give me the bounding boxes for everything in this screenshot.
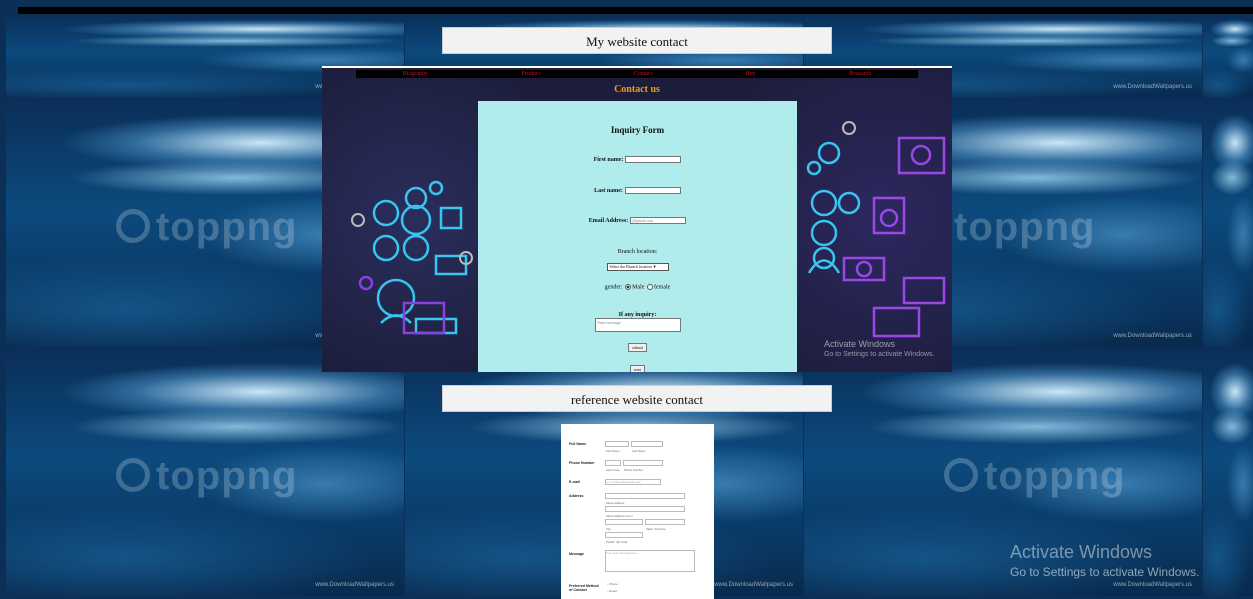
- reference-form-preview: Full Name First Name Last Name Phone Num…: [561, 424, 714, 599]
- ref-preferred-label: Preferred Method of Contact: [569, 584, 599, 592]
- ref-city-input[interactable]: [605, 519, 643, 525]
- wallpaper-credit: www.DownloadWallpapers.us: [1113, 333, 1192, 339]
- ref-last-name-input[interactable]: [631, 441, 663, 447]
- branch-label: Branch location:: [617, 249, 658, 255]
- last-name-row: Last name:: [478, 187, 797, 194]
- chevron-down-icon: ▼: [652, 264, 657, 269]
- ref-message-label: Message: [569, 552, 585, 556]
- ref-last-name-sub: Last Name: [632, 449, 646, 453]
- ref-opt-email[interactable]: ○ Email: [607, 589, 616, 593]
- wallpaper-credit: www.DownloadWallpapers.us: [315, 582, 394, 588]
- ref-phone-label: Phone Number: [569, 461, 595, 465]
- nav-biography[interactable]: Biography: [403, 71, 428, 77]
- wallpaper-tile: [1203, 14, 1253, 98]
- activate-windows-sub: Go to Settings to activate Windows.: [1010, 565, 1200, 579]
- ref-state-input[interactable]: [645, 519, 685, 525]
- first-name-input[interactable]: [625, 156, 682, 163]
- my-website-preview: Biography Product Contact Buy Research C…: [322, 66, 952, 372]
- nav-contact[interactable]: Contact: [634, 71, 653, 77]
- ref-postal-input[interactable]: [605, 532, 643, 538]
- ref-area-code-input[interactable]: [605, 460, 621, 466]
- reference-website-label: reference website contact: [442, 385, 832, 412]
- wallpaper-credit: www.DownloadWallpapers.us: [1113, 84, 1192, 90]
- tech-illustration-left: [351, 180, 473, 335]
- ref-phone-input[interactable]: [623, 460, 663, 466]
- form-title: Inquiry Form: [610, 125, 665, 135]
- email-row: Email Address: @gmail.com: [478, 217, 797, 224]
- gender-female-label: female: [654, 284, 671, 291]
- activate-windows-sub-small: Go to Settings to activate Windows.: [824, 351, 935, 358]
- nav-research[interactable]: Research: [849, 71, 871, 77]
- wallpaper-tile: [1203, 347, 1253, 596]
- ref-city-sub: City: [606, 527, 611, 531]
- ref-message-input[interactable]: Type your message here...: [605, 550, 695, 572]
- activate-windows-title-small: Activate Windows: [824, 339, 896, 349]
- ref-opt-phone-label: Phone: [609, 582, 618, 586]
- wallpaper-tile: toppng www.DownloadWallpapers.us: [6, 347, 404, 596]
- ref-postal-sub: Postal / Zip Code: [606, 540, 628, 544]
- ref-first-name-input[interactable]: [605, 441, 629, 447]
- branch-select[interactable]: Select the Branch location ▼: [606, 263, 669, 271]
- watermark: toppng: [116, 454, 298, 499]
- inquiry-textarea[interactable]: Enter message: [594, 318, 681, 332]
- ref-state-sub: State / Province: [646, 527, 666, 531]
- my-website-label: My website contact: [442, 27, 832, 54]
- ref-opt-phone[interactable]: ○ Phone: [607, 582, 618, 586]
- submit-button[interactable]: submit: [628, 343, 647, 352]
- ref-street2-sub: Street Address Line 2: [606, 514, 633, 518]
- wallpaper-credit: www.DownloadWallpapers.us: [714, 582, 793, 588]
- ref-full-name-label: Full Name: [569, 442, 587, 446]
- window-top-bar: [18, 7, 1253, 14]
- email-label: Email Address:: [588, 217, 629, 224]
- email-input[interactable]: @gmail.com: [630, 217, 687, 224]
- ref-area-code-sub: Area Code: [606, 468, 620, 472]
- gender-female-radio[interactable]: [647, 284, 653, 290]
- tech-illustration-right: [806, 121, 946, 338]
- activate-windows-title: Activate Windows: [1010, 542, 1153, 562]
- ref-email-input[interactable]: ex: myname@example.com: [605, 479, 661, 485]
- wallpaper-credit: www.DownloadWallpapers.us: [1113, 582, 1192, 588]
- ref-address-label: Address: [569, 494, 584, 498]
- reset-button[interactable]: reset: [629, 365, 646, 372]
- last-name-label: Last name:: [594, 187, 623, 194]
- nav-buy[interactable]: Buy: [746, 71, 756, 77]
- first-name-row: First name:: [478, 156, 797, 163]
- ref-street-input[interactable]: [605, 493, 685, 499]
- last-name-input[interactable]: [624, 187, 681, 194]
- ref-opt-email-label: Email: [609, 589, 617, 593]
- site-nav: Biography Product Contact Buy Research: [356, 70, 918, 78]
- gender-row: gender: Male female: [478, 284, 797, 290]
- watermark: toppng: [116, 205, 298, 250]
- gender-male-radio[interactable]: [625, 284, 632, 290]
- watermark: toppng: [944, 454, 1126, 499]
- first-name-label: First name:: [593, 156, 624, 163]
- inquiry-form: Inquiry Form First name: Last name: Emai…: [478, 101, 797, 372]
- page-title: Contact us: [614, 84, 660, 95]
- ref-street2-input[interactable]: [605, 506, 685, 512]
- gender-label: gender:: [604, 284, 623, 291]
- gender-male-label: Male: [632, 284, 645, 291]
- ref-first-name-sub: First Name: [606, 449, 620, 453]
- ref-street-sub: Street Address: [606, 501, 625, 505]
- branch-row: Select the Branch location ▼: [478, 263, 797, 271]
- ref-phone-sub: Phone Number: [624, 468, 643, 472]
- branch-select-value: Select the Branch location: [609, 264, 652, 269]
- nav-product[interactable]: Product: [522, 71, 541, 77]
- ref-email-label: E-mail: [569, 480, 580, 484]
- wallpaper-tile: [1203, 98, 1253, 347]
